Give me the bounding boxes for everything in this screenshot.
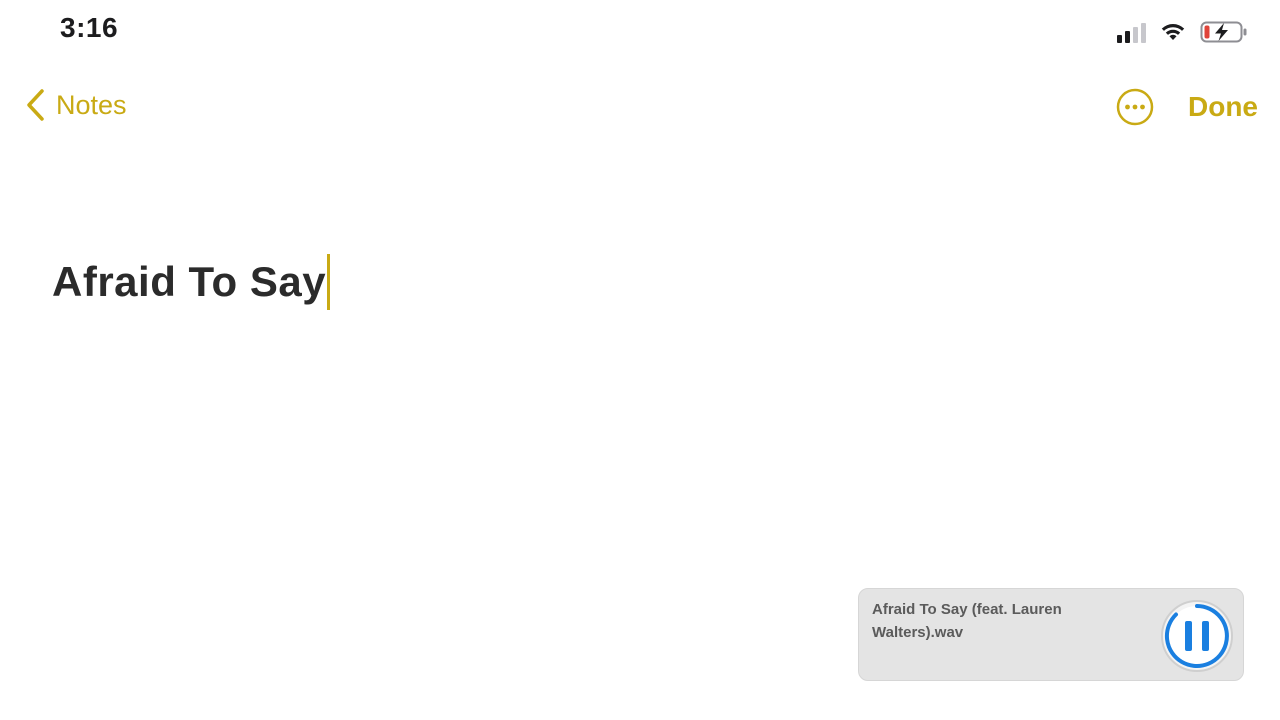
cellular-signal-icon	[1117, 21, 1146, 43]
chevron-left-icon	[27, 89, 44, 121]
audio-filename: Afraid To Say (feat. Lauren Walters).wav	[872, 601, 1062, 641]
status-icons	[1117, 18, 1248, 46]
text-cursor	[327, 254, 331, 310]
note-title[interactable]: Afraid To Say	[52, 258, 326, 306]
wifi-icon	[1160, 22, 1186, 42]
notes-screen: 3:16 Notes Done Afraid To Say Afraid To …	[0, 0, 1280, 720]
ellipsis-circle-icon[interactable]	[1116, 88, 1154, 126]
audio-player-card[interactable]: Afraid To Say (feat. Lauren Walters).wav	[858, 588, 1244, 681]
note-editor[interactable]: Afraid To Say	[52, 254, 331, 310]
back-to-notes-button[interactable]: Notes	[24, 88, 127, 122]
nav-actions: Done	[1116, 88, 1258, 126]
done-button[interactable]: Done	[1188, 91, 1258, 123]
pause-icon[interactable]	[1159, 598, 1235, 674]
status-time: 3:16	[60, 12, 119, 43]
back-label: Notes	[56, 89, 127, 120]
battery-charging-icon	[1200, 20, 1248, 44]
